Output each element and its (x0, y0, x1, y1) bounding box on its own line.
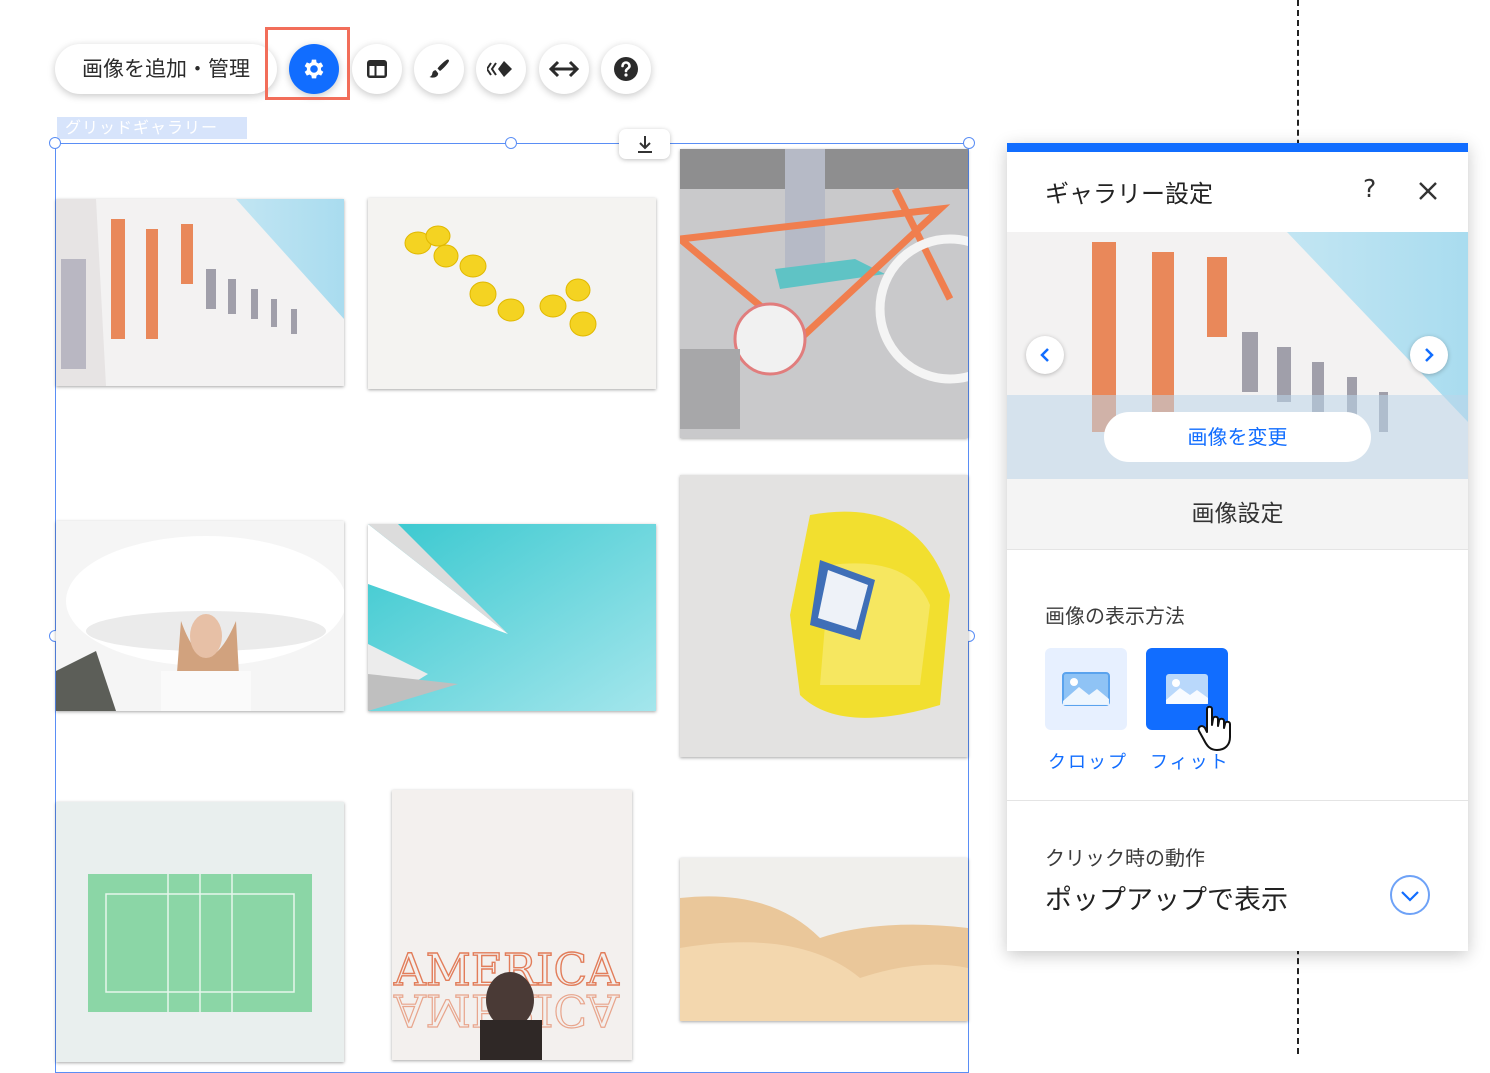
chevron-left-icon (1040, 348, 1049, 362)
download-icon (637, 136, 652, 153)
panel-title: ギャラリー設定 (1045, 180, 1213, 208)
animation-icon (487, 61, 512, 77)
highlight-box (265, 27, 350, 100)
animation-button[interactable] (476, 44, 526, 94)
help-button[interactable]: ? (1363, 174, 1376, 203)
fit-image-icon (1166, 674, 1208, 704)
america-sign-photo[interactable]: AMERICA AMERICA (392, 790, 632, 1060)
chevron-right-icon (1425, 348, 1434, 362)
building-photo[interactable] (56, 199, 344, 386)
design-button[interactable] (414, 44, 464, 94)
woman-hat-photo[interactable] (56, 521, 344, 711)
resize-handle[interactable] (963, 137, 975, 149)
resize-handle[interactable] (505, 137, 517, 149)
stretch-button[interactable] (539, 44, 589, 94)
crop-option[interactable] (1045, 648, 1127, 730)
desert-photo[interactable] (680, 858, 968, 1021)
change-image-button[interactable]: 画像を変更 (1104, 412, 1371, 462)
brush-icon (429, 59, 450, 78)
chevron-down-icon[interactable] (1389, 874, 1431, 916)
next-image-button[interactable] (1410, 336, 1448, 374)
image-preview: 画像を変更 (1007, 232, 1468, 479)
architecture-photo[interactable] (368, 524, 656, 711)
help-button[interactable] (601, 44, 651, 94)
hand-cursor-icon (1197, 705, 1231, 751)
click-action-label: クリック時の動作 (1045, 846, 1205, 870)
question-icon (614, 57, 638, 81)
tennis-court-photo[interactable] (56, 802, 344, 1062)
panel-header: ギャラリー設定 ? (1007, 152, 1468, 233)
prev-image-button[interactable] (1026, 336, 1064, 374)
crop-image-icon (1062, 672, 1110, 706)
download-button[interactable] (619, 129, 670, 159)
divider (1007, 800, 1468, 801)
gallery-tag: グリッドギャラリー (57, 117, 247, 139)
layout-button[interactable] (352, 44, 402, 94)
display-method-label: 画像の表示方法 (1045, 604, 1185, 628)
lemons-photo[interactable] (368, 198, 656, 389)
layout-icon (367, 60, 387, 78)
bicycle-photo[interactable] (680, 149, 968, 438)
click-action-value[interactable]: ポップアップで表示 (1045, 878, 1288, 917)
image-settings-section-title: 画像設定 (1007, 479, 1468, 550)
gallery-settings-panel: ギャラリー設定 ? 画像を変更 画像設定 画像の表示方法 クロップ フィット ク… (1007, 143, 1468, 951)
close-icon[interactable] (1417, 180, 1439, 202)
crop-label[interactable]: クロップ (1048, 748, 1128, 774)
manage-images-button[interactable]: 画像を追加・管理 (55, 44, 277, 94)
yellow-chair-photo[interactable] (680, 475, 968, 757)
resize-handle[interactable] (49, 137, 61, 149)
stretch-icon (549, 60, 579, 78)
